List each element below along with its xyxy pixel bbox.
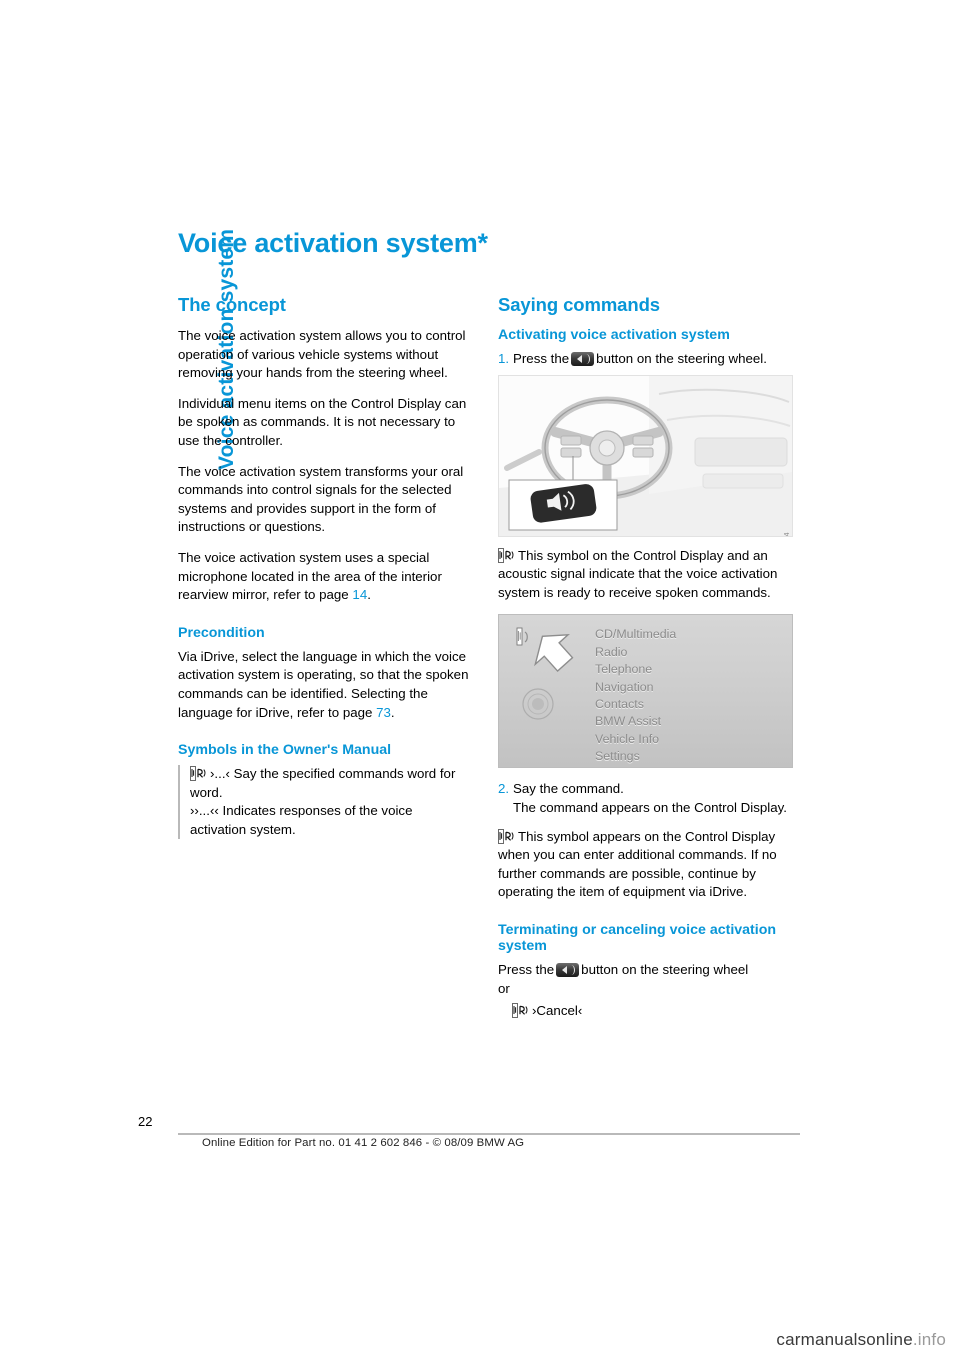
step-2-line-2: The command appears on the Control Displ… (513, 799, 787, 815)
concept-paragraph-microphone: The voice activation system uses a speci… (178, 549, 470, 605)
page-title-asterisk: * (477, 228, 489, 258)
voice-symbol-icon-inline-2 (498, 828, 515, 845)
step-2-text: Say the command. The command appears on … (513, 780, 793, 817)
activation-symbol-note: This symbol on the Control Display and a… (498, 547, 793, 603)
voice-button-icon-2 (556, 962, 580, 977)
callout-rule (178, 765, 180, 840)
microphone-icon (516, 627, 528, 646)
step-2: 2. Say the command. The command appears … (498, 780, 793, 817)
additional-commands-note-text: This symbol appears on the Control Displ… (498, 828, 777, 900)
watermark: carmanualsonline.info (776, 1330, 946, 1350)
cancel-command-text: ›Cancel‹ (532, 1003, 583, 1019)
voice-button-icon (571, 352, 595, 366)
terminating-or: or (498, 980, 510, 996)
right-column: Saying commands Activating voice activat… (498, 294, 793, 1033)
figure-code: VO27081234 (782, 532, 791, 536)
precondition-paragraph: Via iDrive, select the language in which… (178, 648, 470, 722)
page-reference-14: 14 (352, 587, 368, 603)
precondition-text-after: . (390, 704, 395, 720)
concept-paragraph-1: The voice activation system allows you t… (178, 328, 466, 381)
concept-paragraph-2: Individual menu items on the Control Dis… (178, 395, 467, 448)
voice-symbol-icon-inline-3 (512, 1003, 529, 1019)
step-1: 1. Press the button on the steering wheel… (498, 350, 793, 369)
page-title: Voice activation system* (178, 228, 488, 259)
symbols-callout-body: ›...‹ Say the specified commands word fo… (190, 765, 470, 839)
step-2-number: 2. (498, 781, 510, 797)
subsection-title-terminating: Terminating or canceling voice activatio… (498, 921, 777, 954)
symbols-line2-text: Indicates responses of the voice activat… (190, 803, 413, 837)
page-number: 22 (138, 1114, 153, 1129)
menu-item-telephone[interactable]: Telephone (595, 661, 785, 678)
step-1-text-before: Press the (513, 351, 570, 366)
symbols-line1-text: Say the specified commands word for word… (190, 766, 456, 800)
terminating-instruction: Press the button on the steering wheel or (498, 961, 793, 998)
speaker-icon (522, 688, 554, 720)
step-1-text-after: button on the steering wheel. (596, 351, 767, 366)
step-2-line-1: Say the command. (513, 781, 624, 797)
step-1-number: 1. (498, 351, 510, 366)
activation-symbol-note-text: This symbol on the Control Display and a… (498, 547, 778, 600)
document-page: Voice activation system Voice activation… (0, 0, 960, 1358)
figure-steering-wheel: VO27081234 (498, 374, 793, 537)
page-reference-73: 73 (376, 704, 391, 720)
menu-item-radio[interactable]: Radio (595, 644, 785, 661)
page-title-text: Voice activation system (178, 228, 478, 258)
menu-item-vehicle-info[interactable]: Vehicle Info (595, 731, 785, 748)
menu-item-navigation[interactable]: Navigation (595, 679, 785, 696)
voice-symbol-icon-inline (498, 547, 515, 564)
watermark-main: carmanualsonline (776, 1330, 913, 1349)
symbols-line2-quote: ››...‹‹ (190, 803, 219, 819)
subsection-title-precondition: Precondition (178, 624, 265, 641)
menu-item-settings[interactable]: Settings (595, 748, 785, 765)
idrive-menu-list[interactable]: CD/Multimedia Radio Telephone Navigation… (595, 626, 785, 765)
terminating-text-before: Press the (498, 961, 555, 977)
figure-idrive-menu: CD/Multimedia Radio Telephone Navigation… (498, 614, 793, 769)
watermark-domain: .info (912, 1330, 946, 1349)
microphone-text-before: The voice activation system uses a speci… (178, 549, 442, 603)
chapter-side-tab: Voice activation system (120, 229, 238, 660)
microphone-text-after: . (367, 587, 371, 603)
symbols-line1-quote: ›...‹ (210, 766, 230, 782)
concept-paragraph-3: The voice activation system transforms y… (178, 463, 464, 535)
subsection-title-activating: Activating voice activation system (498, 327, 730, 343)
voice-symbol-icon (190, 766, 207, 781)
steering-wheel-illustration (499, 375, 792, 536)
symbols-callout: ›...‹ Say the specified commands word fo… (178, 765, 470, 840)
footer-text: Online Edition for Part no. 01 41 2 602 … (202, 1137, 525, 1149)
step-1-text: Press the button on the steering wheel. (513, 350, 793, 369)
additional-commands-note: This symbol appears on the Control Displ… (498, 828, 793, 902)
terminating-text-after: button on the steering wheel (581, 961, 749, 977)
footer-divider (178, 1133, 800, 1135)
subsection-title-symbols: Symbols in the Owner's Manual (178, 742, 392, 759)
menu-item-cd-multimedia[interactable]: CD/Multimedia (595, 626, 785, 643)
menu-item-contacts[interactable]: Contacts (595, 696, 785, 713)
cancel-command-line: ›Cancel‹ (512, 1002, 793, 1021)
precondition-text-before: Via iDrive, select the language in which… (178, 648, 469, 720)
section-title-saying-commands: Saying commands (498, 294, 660, 315)
menu-item-bmw-assist[interactable]: BMW Assist (595, 713, 785, 730)
section-title-concept: The concept (178, 294, 286, 315)
left-column: The concept The voice activation system … (178, 294, 470, 840)
